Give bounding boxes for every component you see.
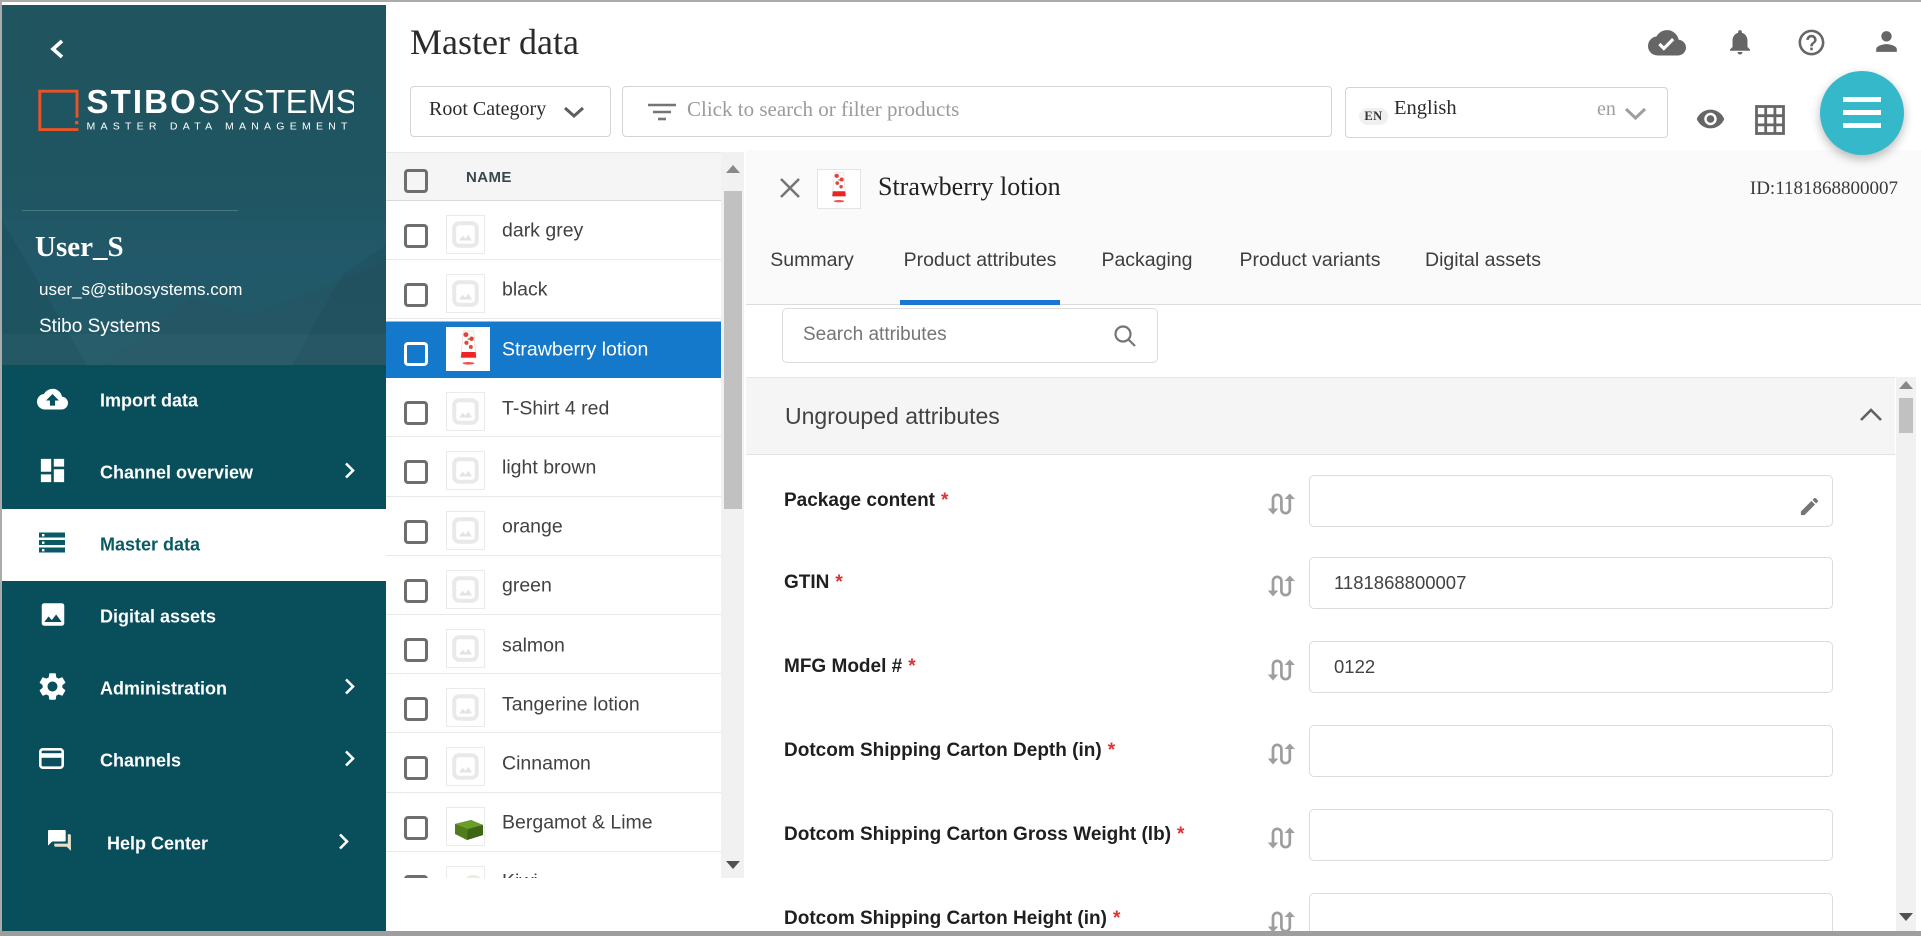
svg-text:MASTER DATA MANAGEMENT: MASTER DATA MANAGEMENT [87,121,353,133]
svg-text:STIBO: STIBO [87,89,198,120]
svg-text:SYSTEMS: SYSTEMS [198,89,354,120]
